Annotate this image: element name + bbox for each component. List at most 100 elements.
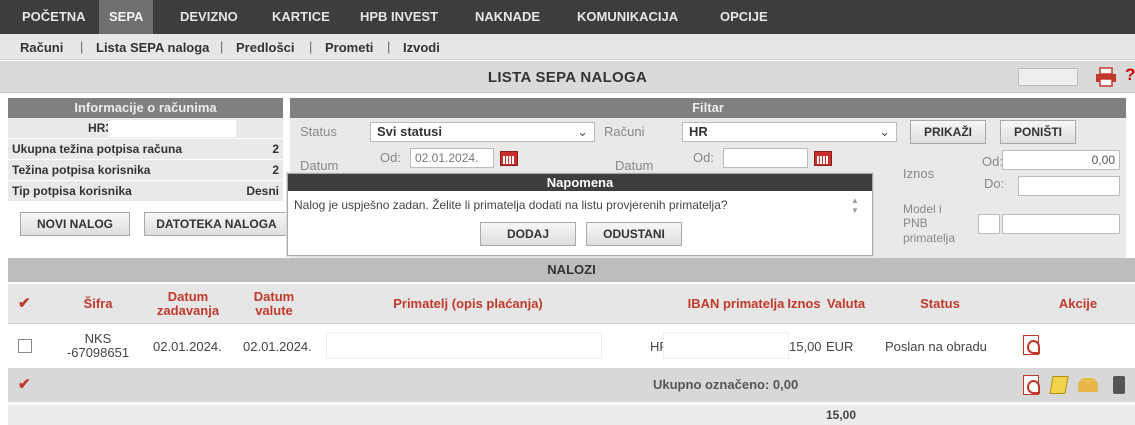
row-currency: EUR bbox=[826, 339, 854, 354]
subnav-separator: | bbox=[220, 39, 224, 54]
model-input[interactable] bbox=[978, 214, 1000, 234]
nav-item-devizno[interactable]: DEVIZNO bbox=[170, 0, 248, 34]
col-status[interactable]: Status bbox=[890, 297, 990, 311]
nav-item-naknade[interactable]: NAKNADE bbox=[465, 0, 550, 34]
subnav-lista-sepa-naloga[interactable]: Lista SEPA naloga bbox=[96, 40, 209, 55]
zoom-box[interactable] bbox=[1018, 68, 1078, 86]
show-button[interactable]: PRIKAŽI bbox=[910, 120, 986, 144]
status-label: Status bbox=[300, 124, 337, 139]
select-all-check-icon[interactable]: ✔ bbox=[18, 296, 32, 311]
account-info-header: Informacije o računima bbox=[8, 98, 283, 118]
orders-section-title: NALOZI bbox=[8, 258, 1135, 282]
col-iban[interactable]: IBAN primatelja bbox=[676, 297, 796, 311]
row-checkbox[interactable] bbox=[18, 339, 32, 353]
nav-item-opcije[interactable]: OPCIJE bbox=[710, 0, 778, 34]
row-entry-date: 02.01.2024. bbox=[153, 339, 222, 354]
orders-table-header: ✔ Šifra Datum zadavanja Datum valute Pri… bbox=[8, 284, 1135, 324]
selected-total: Ukupno označeno: 0,00 bbox=[653, 377, 799, 392]
date2-from-label: Od: bbox=[693, 150, 714, 165]
col-entry-date[interactable]: Datum bbox=[148, 290, 228, 304]
info-value: Desni bbox=[246, 184, 279, 198]
chevron-down-icon: ⌄ bbox=[879, 124, 890, 139]
account-info-panel: Informacije o računima HR3 Ukupna težina… bbox=[8, 98, 289, 242]
amount-from-label: Od: bbox=[982, 154, 1003, 169]
status-select[interactable]: Svi statusi ⌄ bbox=[370, 122, 595, 142]
col-amount[interactable]: Iznos bbox=[784, 297, 824, 311]
subnav-predlosci[interactable]: Predlošci bbox=[236, 40, 295, 55]
subnav-separator: | bbox=[309, 39, 313, 54]
col-value-date[interactable]: Datum bbox=[240, 290, 308, 304]
redacted-iban bbox=[663, 332, 789, 359]
info-value: 2 bbox=[272, 163, 279, 177]
cancel-button[interactable]: ODUSTANI bbox=[586, 222, 682, 246]
pnb-input[interactable] bbox=[1002, 214, 1120, 234]
reset-button[interactable]: PONIŠTI bbox=[1000, 120, 1076, 144]
nav-item-pocetna[interactable]: POČETNA bbox=[12, 0, 96, 34]
model-label: primatelja bbox=[903, 231, 956, 245]
edit-icon[interactable] bbox=[1049, 376, 1069, 394]
row-code: -67098651 bbox=[66, 345, 130, 360]
add-recipient-button[interactable]: DODAJ bbox=[480, 222, 576, 246]
grand-total: 15,00 bbox=[826, 408, 857, 422]
help-icon[interactable]: ? bbox=[1125, 65, 1135, 85]
orders-table-footer: ✔ Ukupno označeno: 0,00 bbox=[8, 368, 1135, 402]
row-status: Poslan na obradu bbox=[885, 339, 987, 354]
row-amount: 15,00 bbox=[789, 339, 822, 354]
filter-header: Filtar bbox=[290, 98, 1126, 118]
trash-icon[interactable] bbox=[1113, 376, 1125, 394]
calendar-icon[interactable] bbox=[500, 151, 518, 166]
users-icon[interactable] bbox=[1078, 378, 1098, 392]
info-row: Tip potpisa korisnika Desni bbox=[8, 181, 283, 202]
grand-total-row: 15,00 bbox=[8, 405, 1135, 425]
date2-label: Datum bbox=[615, 158, 654, 173]
info-label: Težina potpisa korisnika bbox=[12, 163, 151, 177]
accounts-select-value: HR bbox=[689, 124, 708, 139]
date-label: Datum bbox=[300, 158, 339, 173]
row-code: NKS bbox=[84, 331, 112, 346]
file-order-button[interactable]: DATOTEKA NALOGA bbox=[144, 212, 289, 236]
subnav-prometi[interactable]: Prometi bbox=[325, 40, 373, 55]
row-value-date: 02.01.2024. bbox=[243, 339, 312, 354]
nav-item-kartice[interactable]: KARTICE bbox=[262, 0, 340, 34]
page-title: LISTA SEPA NALOGA bbox=[487, 69, 648, 86]
status-select-value: Svi statusi bbox=[377, 124, 443, 139]
nav-item-komunikacija[interactable]: KOMUNIKACIJA bbox=[567, 0, 688, 34]
top-nav: POČETNA SEPA DEVIZNO KARTICE HPB INVEST … bbox=[0, 0, 1135, 34]
table-row: NKS -67098651 02.01.2024. 02.01.2024. HR… bbox=[8, 325, 1135, 367]
nav-item-sepa[interactable]: SEPA bbox=[99, 0, 154, 34]
col-recipient[interactable]: Primatelj (opis plaćanja) bbox=[358, 297, 578, 311]
redacted-account-select bbox=[707, 124, 857, 140]
info-label: Ukupna težina potpisa računa bbox=[12, 142, 183, 156]
printer-icon[interactable] bbox=[1095, 67, 1117, 87]
amount-to-input[interactable] bbox=[1018, 176, 1120, 196]
col-entry-date[interactable]: zadavanja bbox=[148, 304, 228, 318]
redacted-account bbox=[108, 120, 236, 137]
info-row: Ukupna težina potpisa računa 2 bbox=[8, 139, 283, 160]
subnav-racuni[interactable]: Računi bbox=[20, 40, 63, 55]
amount-from-input[interactable]: 0,00 bbox=[1002, 150, 1120, 170]
calendar-icon[interactable] bbox=[814, 151, 832, 166]
info-row: Težina potpisa korisnika 2 bbox=[8, 160, 283, 181]
model-label: Model i bbox=[903, 202, 942, 216]
accounts-label: Računi bbox=[604, 124, 645, 139]
notice-dialog-message: Nalog je uspješno zadan. Želite li prima… bbox=[294, 198, 728, 212]
redacted-recipient bbox=[326, 332, 602, 359]
amount-label: Iznos bbox=[903, 166, 935, 181]
subnav-separator: | bbox=[387, 39, 391, 54]
title-bar: LISTA SEPA NALOGA ? bbox=[0, 61, 1135, 93]
nav-item-hpb-invest[interactable]: HPB INVEST bbox=[350, 0, 448, 34]
scroll-arrows-icon[interactable]: ▲ ▼ bbox=[848, 196, 862, 218]
date2-from-input[interactable] bbox=[723, 148, 808, 168]
pdf-icon[interactable] bbox=[1023, 375, 1040, 395]
notice-dialog: Napomena Nalog je uspješno zadan. Želite… bbox=[287, 173, 873, 256]
new-order-button[interactable]: NOVI NALOG bbox=[20, 212, 130, 236]
col-currency[interactable]: Valuta bbox=[822, 297, 870, 311]
subnav-izvodi[interactable]: Izvodi bbox=[403, 40, 440, 55]
col-code[interactable]: Šifra bbox=[68, 297, 128, 311]
date-from-input[interactable]: 02.01.2024. bbox=[410, 148, 494, 168]
pdf-icon[interactable] bbox=[1023, 335, 1040, 355]
accounts-select[interactable]: HR ⌄ bbox=[682, 122, 897, 142]
date-from-label: Od: bbox=[380, 150, 401, 165]
select-all-check-icon[interactable]: ✔ bbox=[18, 377, 32, 392]
col-value-date[interactable]: valute bbox=[240, 304, 308, 318]
